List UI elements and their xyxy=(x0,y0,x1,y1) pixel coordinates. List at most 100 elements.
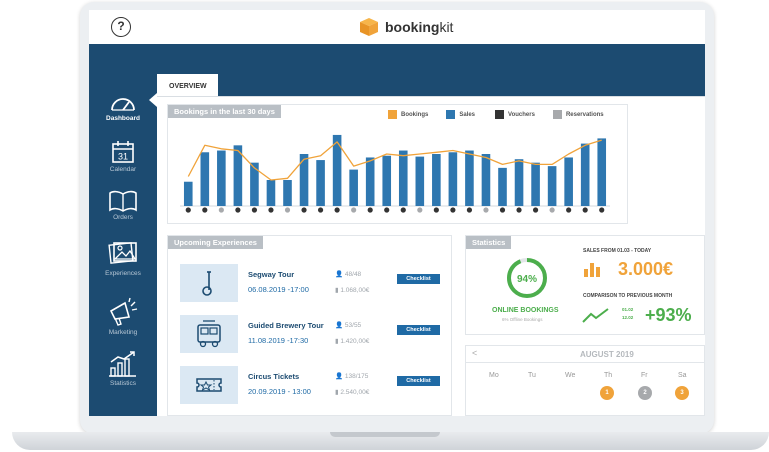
sidebar-label-orders: Orders xyxy=(113,214,133,221)
experiences-card-title: Upcoming Experiences xyxy=(168,236,263,249)
online-percent: 94% xyxy=(517,274,537,285)
sidebar-item-experiences[interactable]: Experiences xyxy=(89,238,157,277)
legend-bookings: Bookings xyxy=(401,111,429,118)
sales-bar[interactable] xyxy=(465,150,474,206)
calendar-marker-sa[interactable]: 3 xyxy=(675,386,689,400)
sidebar-item-statistics[interactable]: Statistics xyxy=(89,350,157,387)
voucher-marker xyxy=(367,207,373,213)
sidebar-label-calendar: Calendar xyxy=(109,166,137,173)
brand-bold: booking xyxy=(385,19,440,35)
experience-revenue-value: 1.068,00€ xyxy=(340,287,370,294)
calendar-day-sa: Sa xyxy=(678,372,687,379)
calendar-icon: 31 xyxy=(112,141,134,163)
voucher-marker xyxy=(218,207,224,213)
voucher-marker xyxy=(483,207,489,213)
sales-bar[interactable] xyxy=(547,166,557,206)
voucher-marker xyxy=(400,207,406,213)
sales-bar[interactable] xyxy=(514,159,524,206)
sales-from-label: SALES FROM 01.03 - TODAY xyxy=(583,248,652,254)
experience-seats-value: 48/48 xyxy=(344,271,362,278)
checklist-button[interactable]: Checklist xyxy=(397,274,440,284)
experience-name[interactable]: Circus Tickets xyxy=(248,372,299,381)
laptop-mockup: { "app": { "brand_bold": "booking", "bra… xyxy=(0,0,769,452)
calendar-prev-button[interactable]: < xyxy=(472,348,477,358)
sales-bar[interactable] xyxy=(382,155,392,206)
calendar-marker-fr[interactable]: 2 xyxy=(638,386,652,400)
sidebar-label-experiences: Experiences xyxy=(105,270,141,277)
voucher-marker xyxy=(317,207,324,213)
experience-date: 20.09.2019 - 13:00 xyxy=(248,387,311,396)
tab-overview[interactable]: OVERVIEW xyxy=(157,74,218,96)
calendar-day-fr: Fr xyxy=(641,372,648,379)
experience-row-circus[interactable]: Circus Tickets 20.09.2019 - 13:00 👤 138/… xyxy=(180,366,450,406)
experience-row-segway[interactable]: Segway Tour 06.08.2019 -17:00 👤 48/48 ▮ … xyxy=(180,264,450,304)
sales-bar[interactable] xyxy=(531,162,540,206)
sidebar-item-dashboard[interactable]: Dashboard xyxy=(89,93,157,122)
online-bookings-ring: 94% xyxy=(507,258,547,298)
sales-bar[interactable] xyxy=(250,162,259,206)
sales-bar[interactable] xyxy=(365,157,375,206)
voucher-marker xyxy=(301,207,307,213)
sales-value: 3.000€ xyxy=(618,259,674,279)
statistics-card-title: Statistics xyxy=(466,236,512,249)
bookings-card-title: Bookings in the last 30 days xyxy=(168,105,281,118)
voucher-marker xyxy=(566,207,572,213)
offline-bookings-label: 6% Offline Bookings xyxy=(502,317,543,322)
experience-row-brewery[interactable]: Guided Brewery Tour 11.08.2019 -17:30 👤 … xyxy=(180,315,450,355)
voucher-marker xyxy=(417,207,423,213)
voucher-marker xyxy=(351,207,357,213)
bus-icon xyxy=(197,320,221,348)
sales-bar[interactable] xyxy=(564,157,573,206)
ticket-icon xyxy=(196,378,222,392)
experience-thumb xyxy=(180,315,238,353)
sales-bar[interactable] xyxy=(415,156,425,206)
sales-bar[interactable] xyxy=(398,150,408,206)
sales-bar[interactable] xyxy=(432,154,441,206)
laptop-notch xyxy=(330,432,440,437)
experience-name[interactable]: Segway Tour xyxy=(248,270,294,279)
calendar-marker-th[interactable]: 1 xyxy=(600,386,614,400)
checklist-button[interactable]: Checklist xyxy=(397,376,440,386)
tab-divider xyxy=(157,96,705,97)
legend-swatch-sales xyxy=(446,110,456,119)
comparison-value: +93% xyxy=(645,305,692,325)
sales-bar[interactable] xyxy=(217,150,226,206)
sales-bar[interactable] xyxy=(316,160,325,206)
comparison-from: 01.02 xyxy=(622,307,634,312)
sales-bar[interactable] xyxy=(448,152,458,206)
sidebar-item-calendar[interactable]: 31 Calendar xyxy=(89,140,157,173)
sidebar-item-marketing[interactable]: Marketing xyxy=(89,297,157,336)
experience-revenue: ▮ 2.540,00€ xyxy=(335,388,369,396)
comparison-to: 12.02 xyxy=(622,315,634,320)
bookings-chart xyxy=(180,134,610,213)
sales-bar[interactable] xyxy=(498,167,507,206)
legend-swatch-reservations xyxy=(552,110,562,119)
checklist-button[interactable]: Checklist xyxy=(397,325,440,335)
sidebar-label-dashboard: Dashboard xyxy=(106,115,140,122)
legend-swatch-bookings xyxy=(388,110,397,119)
sidebar-label-marketing: Marketing xyxy=(108,329,138,336)
sales-bar[interactable] xyxy=(580,143,590,206)
sidebar-item-orders[interactable]: Orders xyxy=(89,190,157,221)
experience-date: 11.08.2019 -17:30 xyxy=(248,336,309,345)
question-mark-icon[interactable]: ? xyxy=(111,17,131,37)
person-icon: 👤 xyxy=(335,271,344,278)
legend-vouchers: Vouchers xyxy=(508,111,535,118)
top-bar: ? bookingkit xyxy=(89,10,705,44)
voucher-marker xyxy=(599,207,605,213)
sales-bar[interactable] xyxy=(266,180,276,206)
sales-bar[interactable] xyxy=(349,169,358,206)
sales-bar[interactable] xyxy=(183,181,193,206)
voucher-marker xyxy=(251,207,258,213)
sales-bar[interactable] xyxy=(283,180,292,206)
legend-reservations: Reservations xyxy=(565,111,604,118)
sales-bars-icon xyxy=(584,263,600,277)
experience-name[interactable]: Guided Brewery Tour xyxy=(248,321,324,330)
brand-logo: bookingkit xyxy=(359,16,453,38)
sales-bar[interactable] xyxy=(597,138,607,206)
bar-chart-icon: ▮ xyxy=(335,287,339,294)
calendar-day-tu: Tu xyxy=(528,372,536,379)
experience-revenue-value: 1.420,00€ xyxy=(340,338,370,345)
sales-bar[interactable] xyxy=(481,154,491,206)
sales-bar[interactable] xyxy=(200,152,210,206)
